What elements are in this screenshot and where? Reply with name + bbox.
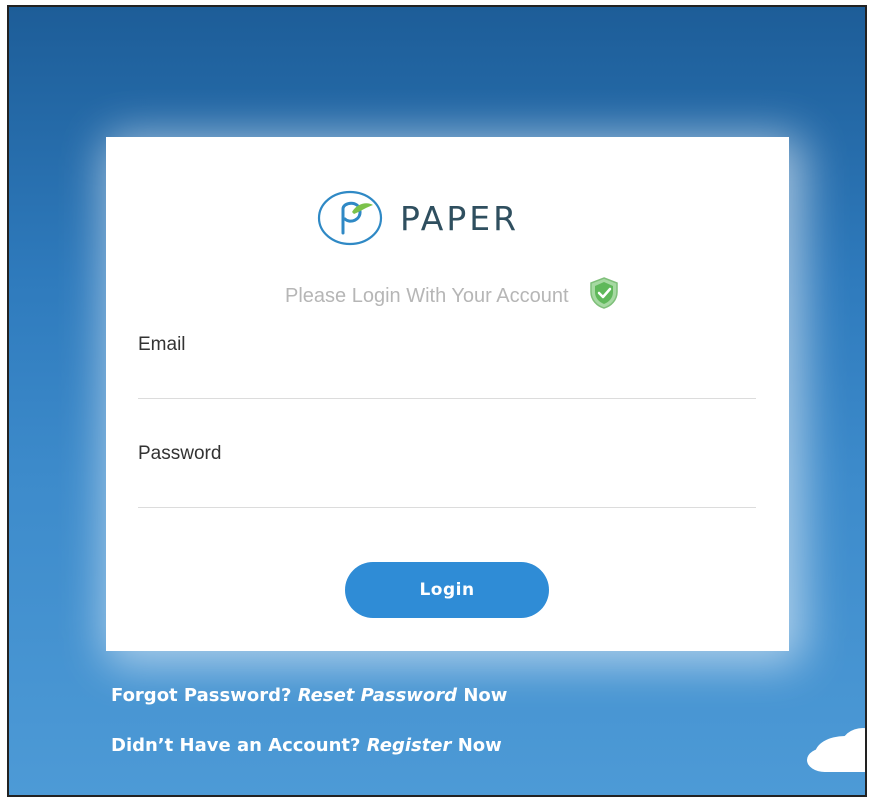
login-page: PAPER Please Login With Your Account Ema… [7,5,867,797]
email-label: Email [138,334,186,355]
shield-check-icon [569,277,619,315]
password-label: Password [138,443,222,464]
password-input[interactable] [138,471,756,508]
login-card: PAPER Please Login With Your Account Ema… [106,137,789,651]
forgot-prefix: Forgot Password? [111,685,292,706]
cloud-icon [805,724,865,779]
paper-logo-icon [316,189,384,247]
brand: PAPER [316,189,519,247]
forgot-suffix: Now [463,685,508,706]
register-line: Didn’t Have an Account? Register Now [111,735,502,756]
register-suffix: Now [457,735,502,756]
email-input[interactable] [138,362,756,399]
brand-name: PAPER [400,198,520,238]
register-link[interactable]: Register [367,735,452,756]
register-prefix: Didn’t Have an Account? [111,735,361,756]
reset-password-link[interactable]: Reset Password [298,685,457,706]
subtitle-text: Please Login With Your Account [285,284,569,307]
login-subtitle: Please Login With Your Account [285,277,619,315]
login-button[interactable]: Login [345,562,549,618]
forgot-password-line: Forgot Password? Reset Password Now [111,685,507,706]
